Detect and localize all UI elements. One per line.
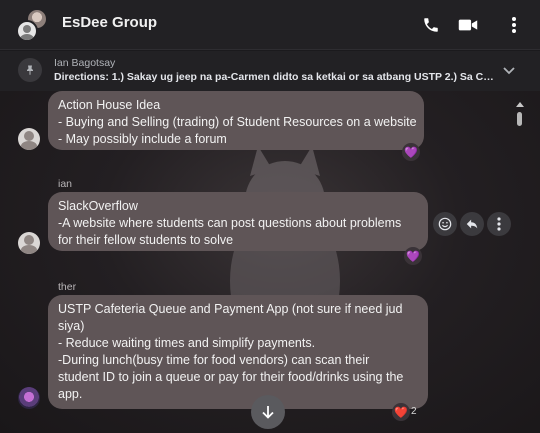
message-text: USTP Cafeteria Queue and Payment App (no… [58,302,403,316]
message-list: Action House Idea - Buying and Selling (… [0,91,540,433]
reaction-badge[interactable]: 💜 [404,247,422,265]
more-actions-button[interactable] [487,212,511,236]
more-options-icon [497,217,501,231]
reaction-badge[interactable]: 💜 [402,143,420,161]
video-camera-icon[interactable] [455,12,481,38]
member-avatar [16,20,38,42]
purple-heart-icon: 💜 [406,250,420,263]
avatar[interactable] [18,128,40,150]
reaction-badge[interactable]: ❤️ [392,403,410,421]
message-bubble[interactable]: Action House Idea - Buying and Selling (… [48,91,424,150]
scrollbar-thumb[interactable] [517,112,522,126]
chat-header: EsDee Group [0,0,540,50]
message-text: for their fellow students to solve [58,233,234,247]
smiley-icon [438,217,452,231]
pinned-text: Directions: 1.) Sakay ug jeep na pa-Carm… [54,71,494,83]
group-name[interactable]: EsDee Group [62,14,157,31]
pinned-author: Ian Bagotsay [54,57,116,69]
message-text: -During lunch(busy time for food vendors… [58,353,370,367]
message-text: -A website where students can post quest… [58,216,402,230]
avatar[interactable] [18,387,40,409]
pin-icon [18,58,42,82]
message-text: app. [58,387,83,401]
message-text: Action House Idea [58,98,161,112]
message-text: student ID to join a queue or pay for th… [58,370,404,384]
message-bubble[interactable]: USTP Cafeteria Queue and Payment App (no… [48,295,428,409]
message-text: SlackOverflow [58,199,138,213]
message-text: - May possibly include a forum [58,132,227,146]
red-heart-icon: ❤️ [394,406,408,419]
sender-name: ther [58,281,77,293]
purple-heart-icon: 💜 [404,146,418,159]
avatar[interactable] [18,232,40,254]
scroll-to-bottom-button[interactable] [251,395,285,429]
message-text: - Reduce waiting times and simplify paym… [58,336,316,350]
react-button[interactable] [433,212,457,236]
phone-icon[interactable] [418,12,444,38]
reply-icon [466,219,478,229]
message-text: siya) [58,319,85,333]
reply-button[interactable] [460,212,484,236]
more-options-icon[interactable] [501,12,527,38]
sender-name: ian [58,178,73,190]
reaction-count: 2 [411,406,417,417]
message-text: - Buying and Selling (trading) of Studen… [58,115,417,129]
scroll-up-arrow-icon[interactable] [515,95,525,113]
group-avatar[interactable] [16,8,52,42]
chevron-down-icon[interactable] [502,63,516,82]
message-bubble[interactable]: SlackOverflow -A website where students … [48,192,428,251]
pinned-message-bar[interactable]: Ian Bagotsay Directions: 1.) Sakay ug je… [0,51,540,91]
arrow-down-icon [262,406,274,419]
